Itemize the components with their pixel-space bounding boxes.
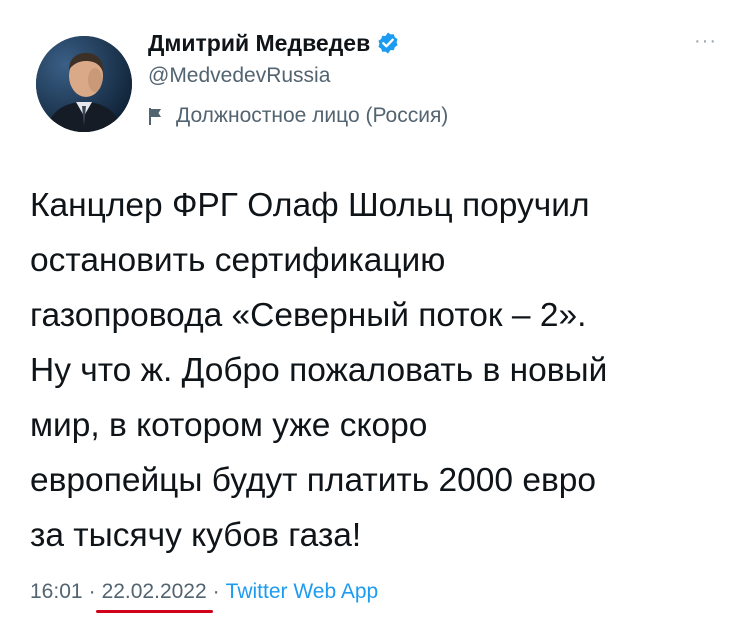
meta-separator: · [88,580,96,603]
account-label-text: Должностное лицо (Россия) [176,104,449,127]
flag-icon [148,106,166,126]
tweet-text-line: Ну что ж. Добро пожаловать в новый [30,352,608,389]
tweet-text-line: европейцы будут платить 2000 евро [30,462,597,499]
tweet-meta: 16:01 · 22.02.2022 · Twitter Web App [30,580,379,613]
avatar-image [36,36,132,132]
author-display-name[interactable]: Дмитрий Медведев [148,30,370,57]
meta-separator: · [212,580,220,603]
tweet-text-line: Канцлер ФРГ Олаф Шольц поручил [30,187,590,224]
account-label: Должностное лицо (Россия) [148,104,448,128]
tweet-text-line: остановить сертификацию [30,242,446,279]
author-name-row: Дмитрий Медведев [148,26,400,60]
verified-badge-icon [376,31,400,55]
tweet-text-line: за тысячу кубов газа! [30,517,362,554]
tweet-card: Дмитрий Медведев @MedvedevRussia Должнос… [0,0,747,632]
avatar[interactable] [36,36,132,132]
tweet-text-line: мир, в котором уже скоро [30,407,428,444]
tweet-date[interactable]: 22.02.2022 [95,580,213,613]
tweet-time[interactable]: 16:01 [30,580,83,604]
more-options-icon[interactable]: ··· [694,30,717,53]
author-handle[interactable]: @MedvedevRussia [148,64,330,88]
tweet-text-line: газопровода «Северный поток – 2». [30,297,587,334]
tweet-source-link[interactable]: Twitter Web App [226,580,379,604]
tweet-text: Канцлер ФРГ Олаф Шольц поручил остановит… [30,178,730,563]
